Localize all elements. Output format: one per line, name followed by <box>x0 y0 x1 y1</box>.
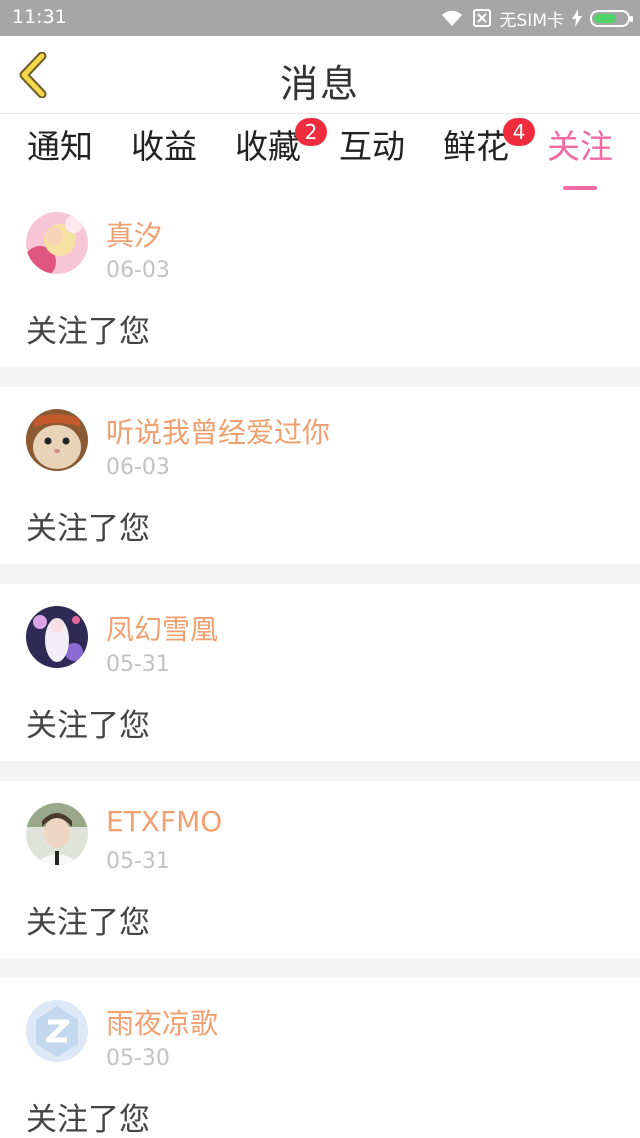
follower-name[interactable]: 凤幻雪凰 <box>106 608 218 648</box>
list-item[interactable]: 雨夜凉歌 05-30 关注了您 <box>0 978 640 1138</box>
avatar[interactable] <box>26 606 88 668</box>
tab-label: 通知 <box>27 127 93 166</box>
tab-notifications[interactable]: 通知 <box>15 126 105 182</box>
follow-date: 05-30 <box>106 1046 170 1071</box>
boy-photo-avatar-icon <box>26 803 88 865</box>
tab-badge-favorites: 2 <box>295 118 327 146</box>
follow-action-text: 关注了您 <box>26 314 150 350</box>
follower-name[interactable]: 听说我曾经爱过你 <box>106 411 330 451</box>
battery-level <box>594 13 616 23</box>
follow-list: 真汐 06-03 关注了您 听说我曾经爱过你 06-03 关注了您 凤幻雪凰 0… <box>0 190 640 1138</box>
tab-interactions[interactable]: 互动 <box>327 126 417 182</box>
charging-bolt-icon <box>572 9 582 27</box>
status-time: 11:31 <box>12 6 67 28</box>
tab-flowers[interactable]: 鲜花 4 <box>431 118 535 182</box>
pink-girl-avatar-icon <box>26 212 88 274</box>
divider <box>0 367 640 387</box>
divider <box>0 958 640 978</box>
follower-name[interactable]: 雨夜凉歌 <box>106 1002 218 1042</box>
wifi-icon <box>440 9 464 27</box>
avatar[interactable] <box>26 1000 88 1062</box>
tab-following[interactable]: 关注 <box>535 126 625 190</box>
tab-bar: 通知 收益 收藏 2 互动 鲜花 4 关注 <box>0 114 640 190</box>
follow-action-text: 关注了您 <box>26 905 150 941</box>
battery-icon <box>590 9 633 27</box>
follow-action-text: 关注了您 <box>26 1102 150 1138</box>
follow-action-text: 关注了您 <box>26 511 150 547</box>
follower-name[interactable]: 真汐 <box>106 214 162 254</box>
list-item[interactable]: 凤幻雪凰 05-31 关注了您 <box>0 584 640 761</box>
anime-girl-avatar-icon <box>26 606 88 668</box>
status-bar: 11:31 无SIM卡 <box>0 0 640 36</box>
header-bar: 消息 <box>0 36 640 114</box>
tab-label: 关注 <box>547 127 613 166</box>
tab-earnings[interactable]: 收益 <box>119 126 209 182</box>
tab-badge-flowers: 4 <box>503 118 535 146</box>
avatar[interactable] <box>26 409 88 471</box>
list-item[interactable]: ETXFMO 05-31 关注了您 <box>0 781 640 958</box>
list-item[interactable]: 真汐 06-03 关注了您 <box>0 190 640 367</box>
sim-none-icon <box>472 8 492 28</box>
hamster-avatar-icon <box>26 409 88 471</box>
carrier-label: 无SIM卡 <box>499 10 564 31</box>
tab-label: 互动 <box>339 127 405 166</box>
page-title: 消息 <box>279 62 360 106</box>
divider <box>0 761 640 781</box>
follow-date: 05-31 <box>106 652 170 677</box>
follower-name[interactable]: ETXFMO <box>106 805 222 838</box>
tab-favorites[interactable]: 收藏 2 <box>223 118 327 182</box>
list-item[interactable]: 听说我曾经爱过你 06-03 关注了您 <box>0 387 640 564</box>
follow-date: 05-31 <box>106 849 170 874</box>
follow-date: 06-03 <box>106 258 170 283</box>
follow-date: 06-03 <box>106 455 170 480</box>
status-icons: 无SIM卡 <box>440 5 633 31</box>
follow-action-text: 关注了您 <box>26 708 150 744</box>
tab-label: 收益 <box>131 127 197 166</box>
avatar[interactable] <box>26 803 88 865</box>
divider <box>0 564 640 584</box>
default-qq-avatar-icon <box>26 1000 88 1062</box>
avatar[interactable] <box>26 212 88 274</box>
